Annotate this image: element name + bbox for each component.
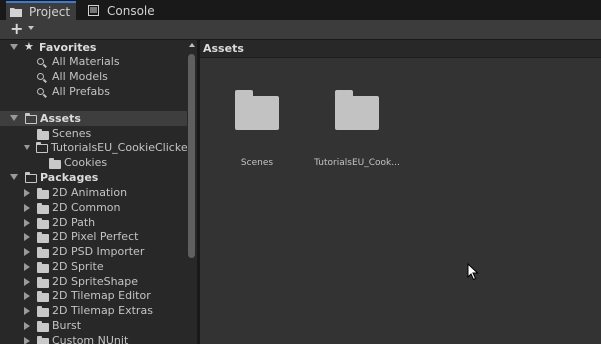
tree-item-label: TutorialsEU_CookieClicke xyxy=(51,141,188,154)
collapse-triangle-icon[interactable] xyxy=(24,263,30,271)
collapse-triangle-icon[interactable] xyxy=(24,219,30,227)
asset-item-label: Scenes xyxy=(240,158,274,168)
packages-title: Packages xyxy=(40,171,99,184)
tab-console[interactable]: Console xyxy=(84,1,164,20)
asset-item-label: TutorialsEU_Cook... xyxy=(314,158,400,168)
expand-triangle-icon[interactable] xyxy=(10,44,18,50)
folder-icon xyxy=(37,203,49,214)
expand-triangle-icon[interactable] xyxy=(24,145,30,150)
breadcrumb: Assets xyxy=(200,40,601,58)
console-icon xyxy=(88,4,102,17)
create-button[interactable]: + xyxy=(10,21,23,37)
assets-title: Assets xyxy=(40,112,81,125)
collapse-triangle-icon[interactable] xyxy=(24,204,30,212)
favorites-title: Favorites xyxy=(39,41,97,54)
folder-icon xyxy=(37,188,49,199)
package-item-label: 2D SpriteShape xyxy=(52,275,139,288)
folder-icon xyxy=(37,277,49,288)
collapse-triangle-icon[interactable] xyxy=(24,189,30,197)
folder-icon xyxy=(37,218,49,229)
search-icon xyxy=(37,88,44,95)
packages-section-header[interactable]: Packages xyxy=(0,170,187,185)
window-tab-bar: Project Console xyxy=(0,0,601,20)
folder-icon xyxy=(235,90,279,130)
search-icon xyxy=(37,73,44,80)
folder-open-icon xyxy=(25,113,37,124)
package-item-label: 2D Sprite xyxy=(52,260,104,273)
tree-item-label: Scenes xyxy=(52,127,92,140)
favorite-item-label: All Materials xyxy=(52,55,120,68)
collapse-triangle-icon[interactable] xyxy=(24,233,30,241)
collapse-triangle-icon[interactable] xyxy=(24,322,30,330)
chevron-down-icon[interactable] xyxy=(28,26,34,30)
folder-icon xyxy=(10,6,24,18)
folder-icon xyxy=(335,90,379,130)
collapse-triangle-icon[interactable] xyxy=(24,278,30,286)
tab-project-label: Project xyxy=(29,4,71,19)
collapse-triangle-icon[interactable] xyxy=(24,337,30,344)
folder-icon xyxy=(37,306,49,317)
star-icon: ★ xyxy=(24,40,34,53)
folder-icon xyxy=(37,336,49,344)
package-item-label: Burst xyxy=(52,319,82,332)
folder-open-icon xyxy=(25,172,37,183)
collapse-triangle-icon[interactable] xyxy=(24,248,30,256)
folder-icon xyxy=(37,232,49,243)
favorites-section-header[interactable]: ★ Favorites xyxy=(0,40,187,55)
package-item-label: 2D PSD Importer xyxy=(52,245,145,258)
folder-icon xyxy=(37,321,49,332)
package-item-label: 2D Tilemap Editor xyxy=(52,289,151,302)
folder-icon xyxy=(37,262,49,273)
package-item-label: 2D Tilemap Extras xyxy=(52,304,153,317)
tab-console-label: Console xyxy=(107,3,155,18)
tree-scrollbar-thumb[interactable] xyxy=(188,54,195,258)
assets-section-header[interactable]: Assets xyxy=(0,111,187,126)
breadcrumb-item-assets[interactable]: Assets xyxy=(203,42,244,55)
collapse-triangle-icon[interactable] xyxy=(24,307,30,315)
expand-triangle-icon[interactable] xyxy=(10,174,18,180)
folder-open-icon xyxy=(36,142,48,153)
expand-triangle-icon[interactable] xyxy=(10,115,18,121)
package-item-label: 2D Common xyxy=(52,201,121,214)
favorite-item-label: All Models xyxy=(52,70,108,83)
folder-icon xyxy=(37,129,49,140)
favorite-item-label: All Prefabs xyxy=(52,85,110,98)
package-item-label: 2D Path xyxy=(52,216,96,229)
collapse-triangle-icon[interactable] xyxy=(24,292,30,300)
folder-icon xyxy=(49,158,61,169)
search-icon xyxy=(37,58,44,65)
mouse-cursor-icon xyxy=(467,263,479,281)
package-item-label: Custom NUnit xyxy=(52,334,129,344)
tab-project[interactable]: Project xyxy=(6,1,76,20)
project-tree-panel: ★ Favorites All Materials All Models All… xyxy=(0,40,197,344)
asset-grid-panel: Assets Scenes TutorialsEU_Cook... xyxy=(200,40,601,344)
tree-item-label: Cookies xyxy=(64,156,108,169)
folder-icon xyxy=(37,291,49,302)
package-item-label: 2D Animation xyxy=(52,186,128,199)
scroll-up-arrow-icon[interactable] xyxy=(189,43,195,47)
project-toolbar: + xyxy=(0,20,601,40)
folder-icon xyxy=(37,247,49,258)
package-item-label: 2D Pixel Perfect xyxy=(52,230,139,243)
